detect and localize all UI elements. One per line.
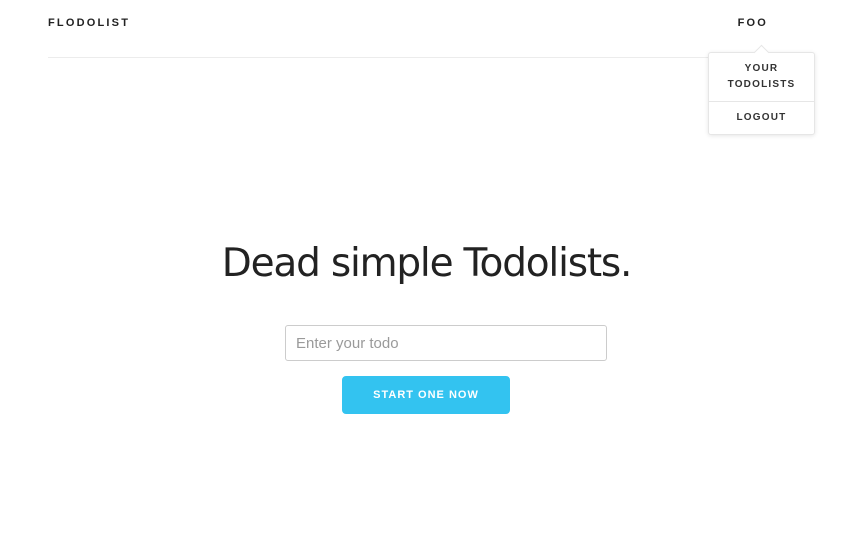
user-menu-toggle[interactable]: FOO xyxy=(738,17,768,29)
navbar: FLODOLIST FOO xyxy=(48,0,797,58)
start-one-now-button[interactable]: START ONE NOW xyxy=(342,376,510,414)
menu-item-your-todolists[interactable]: YOUR TODOLISTS xyxy=(709,53,814,102)
page: FLODOLIST FOO YOUR TODOLISTS LOGOUT Dead… xyxy=(0,0,845,541)
todo-input[interactable] xyxy=(285,325,607,361)
user-dropdown-menu: YOUR TODOLISTS LOGOUT xyxy=(708,44,815,135)
brand-logo-link[interactable]: FLODOLIST xyxy=(48,17,130,29)
menu-item-logout[interactable]: LOGOUT xyxy=(709,102,814,134)
hero-title: Dead simple Todolists. xyxy=(221,241,633,286)
